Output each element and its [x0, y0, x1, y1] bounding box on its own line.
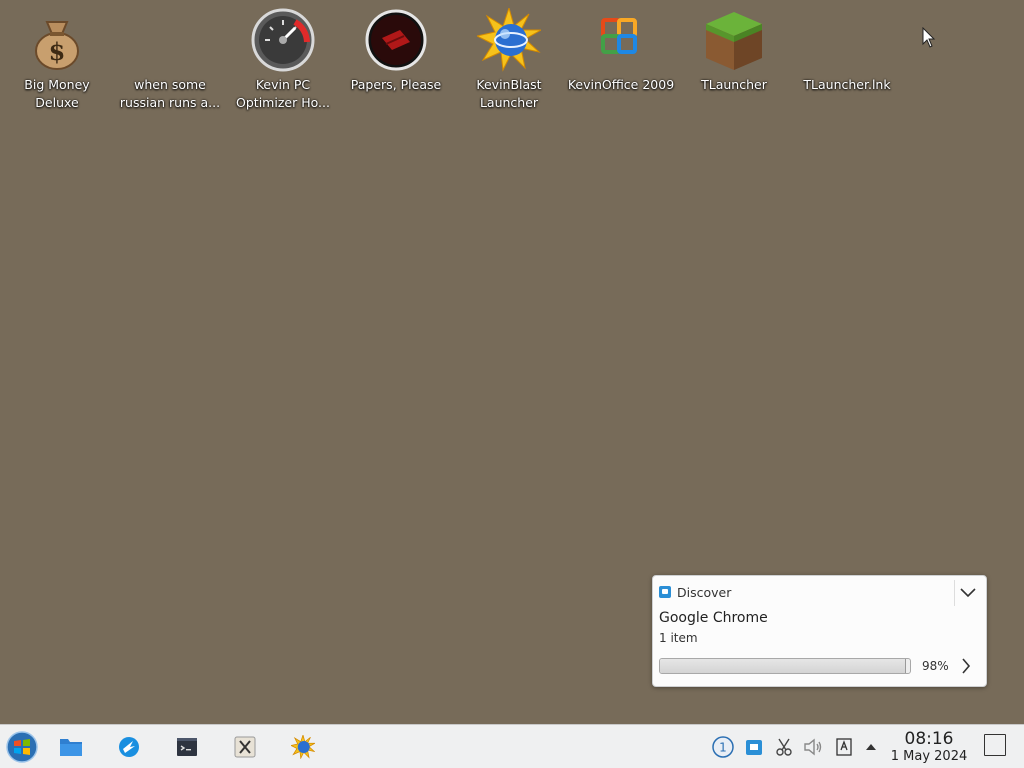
discover-tray-icon[interactable] [743, 736, 765, 758]
show-desktop-button[interactable] [984, 734, 1006, 756]
download-notification[interactable]: Discover Google Chrome 1 item 98% [652, 575, 987, 687]
papers-please-icon [364, 8, 428, 72]
desktop-icon-label: Kevin PC Optimizer Ho... [236, 77, 330, 110]
desktop-icon-tlauncher[interactable]: TLauncher [678, 8, 790, 94]
desktop-icon-label: KevinBlast Launcher [476, 77, 542, 110]
sun-globe-icon [475, 6, 543, 72]
volume-muted-icon[interactable] [802, 736, 824, 758]
speedometer-icon [251, 8, 315, 72]
clock[interactable]: 08:16 1 May 2024 [884, 729, 974, 764]
desktop-icon-papers-please[interactable]: Papers, Please [340, 8, 452, 94]
file-manager-icon[interactable] [55, 731, 87, 763]
updates-count: 1 [719, 741, 727, 755]
start-menu-icon[interactable] [6, 731, 38, 763]
money-bag-icon: $ [25, 8, 89, 72]
blank-file-icon [815, 8, 879, 72]
details-arrow-icon[interactable] [956, 656, 976, 676]
notification-title: Google Chrome [659, 610, 768, 626]
progress-fill [660, 659, 906, 673]
desktop-icon-tlauncher-lnk[interactable]: TLauncher.lnk [791, 8, 903, 94]
keyboard-layout-icon[interactable] [833, 736, 855, 758]
terminal-icon[interactable] [171, 731, 203, 763]
scissors-icon[interactable] [773, 736, 795, 758]
notification-app-name: Discover [677, 584, 732, 600]
desktop-icon-label: Big Money Deluxe [24, 77, 90, 110]
clock-date: 1 May 2024 [890, 749, 968, 764]
desktop-icon-kevin-pc-optimizer[interactable]: Kevin PC Optimizer Ho... [227, 8, 339, 112]
kevinblast-icon[interactable] [287, 731, 319, 763]
taskbar: 1 08:16 1 May 2024 [0, 724, 1024, 768]
desktop-icon-label: TLauncher.lnk [803, 77, 891, 92]
grass-block-icon [702, 8, 766, 72]
desktop-icon-label: Papers, Please [350, 77, 442, 92]
collapse-chevron-icon[interactable] [954, 580, 981, 606]
discover-app-icon [659, 586, 671, 598]
desktop-icon-when-some-russian[interactable]: when some russian runs a... [114, 8, 226, 112]
web-browser-icon[interactable] [113, 731, 145, 763]
desktop-icon-label: TLauncher [701, 77, 767, 92]
notification-subtitle: 1 item [659, 631, 698, 645]
updates-badge-icon[interactable]: 1 [712, 736, 734, 758]
desktop-icon-label: KevinOffice 2009 [567, 77, 675, 92]
expand-tray-icon[interactable] [860, 736, 882, 758]
desktop-icon-label: when some russian runs a... [119, 77, 221, 110]
progress-percent: 98% [922, 659, 949, 673]
mouse-cursor-icon [922, 26, 936, 53]
download-progress-bar [659, 658, 911, 674]
svg-text:$: $ [49, 37, 66, 66]
blank-file-icon [138, 8, 202, 72]
desktop-icon-kevinoffice-2009[interactable]: KevinOffice 2009 [565, 8, 677, 94]
desktop-icon-big-money-deluxe[interactable]: $ Big Money Deluxe [1, 8, 113, 112]
clock-time: 08:16 [904, 729, 954, 749]
office-logo-icon [589, 8, 653, 72]
x-app-icon[interactable] [229, 731, 261, 763]
desktop-icon-kevinblast-launcher[interactable]: KevinBlast Launcher [453, 6, 565, 112]
